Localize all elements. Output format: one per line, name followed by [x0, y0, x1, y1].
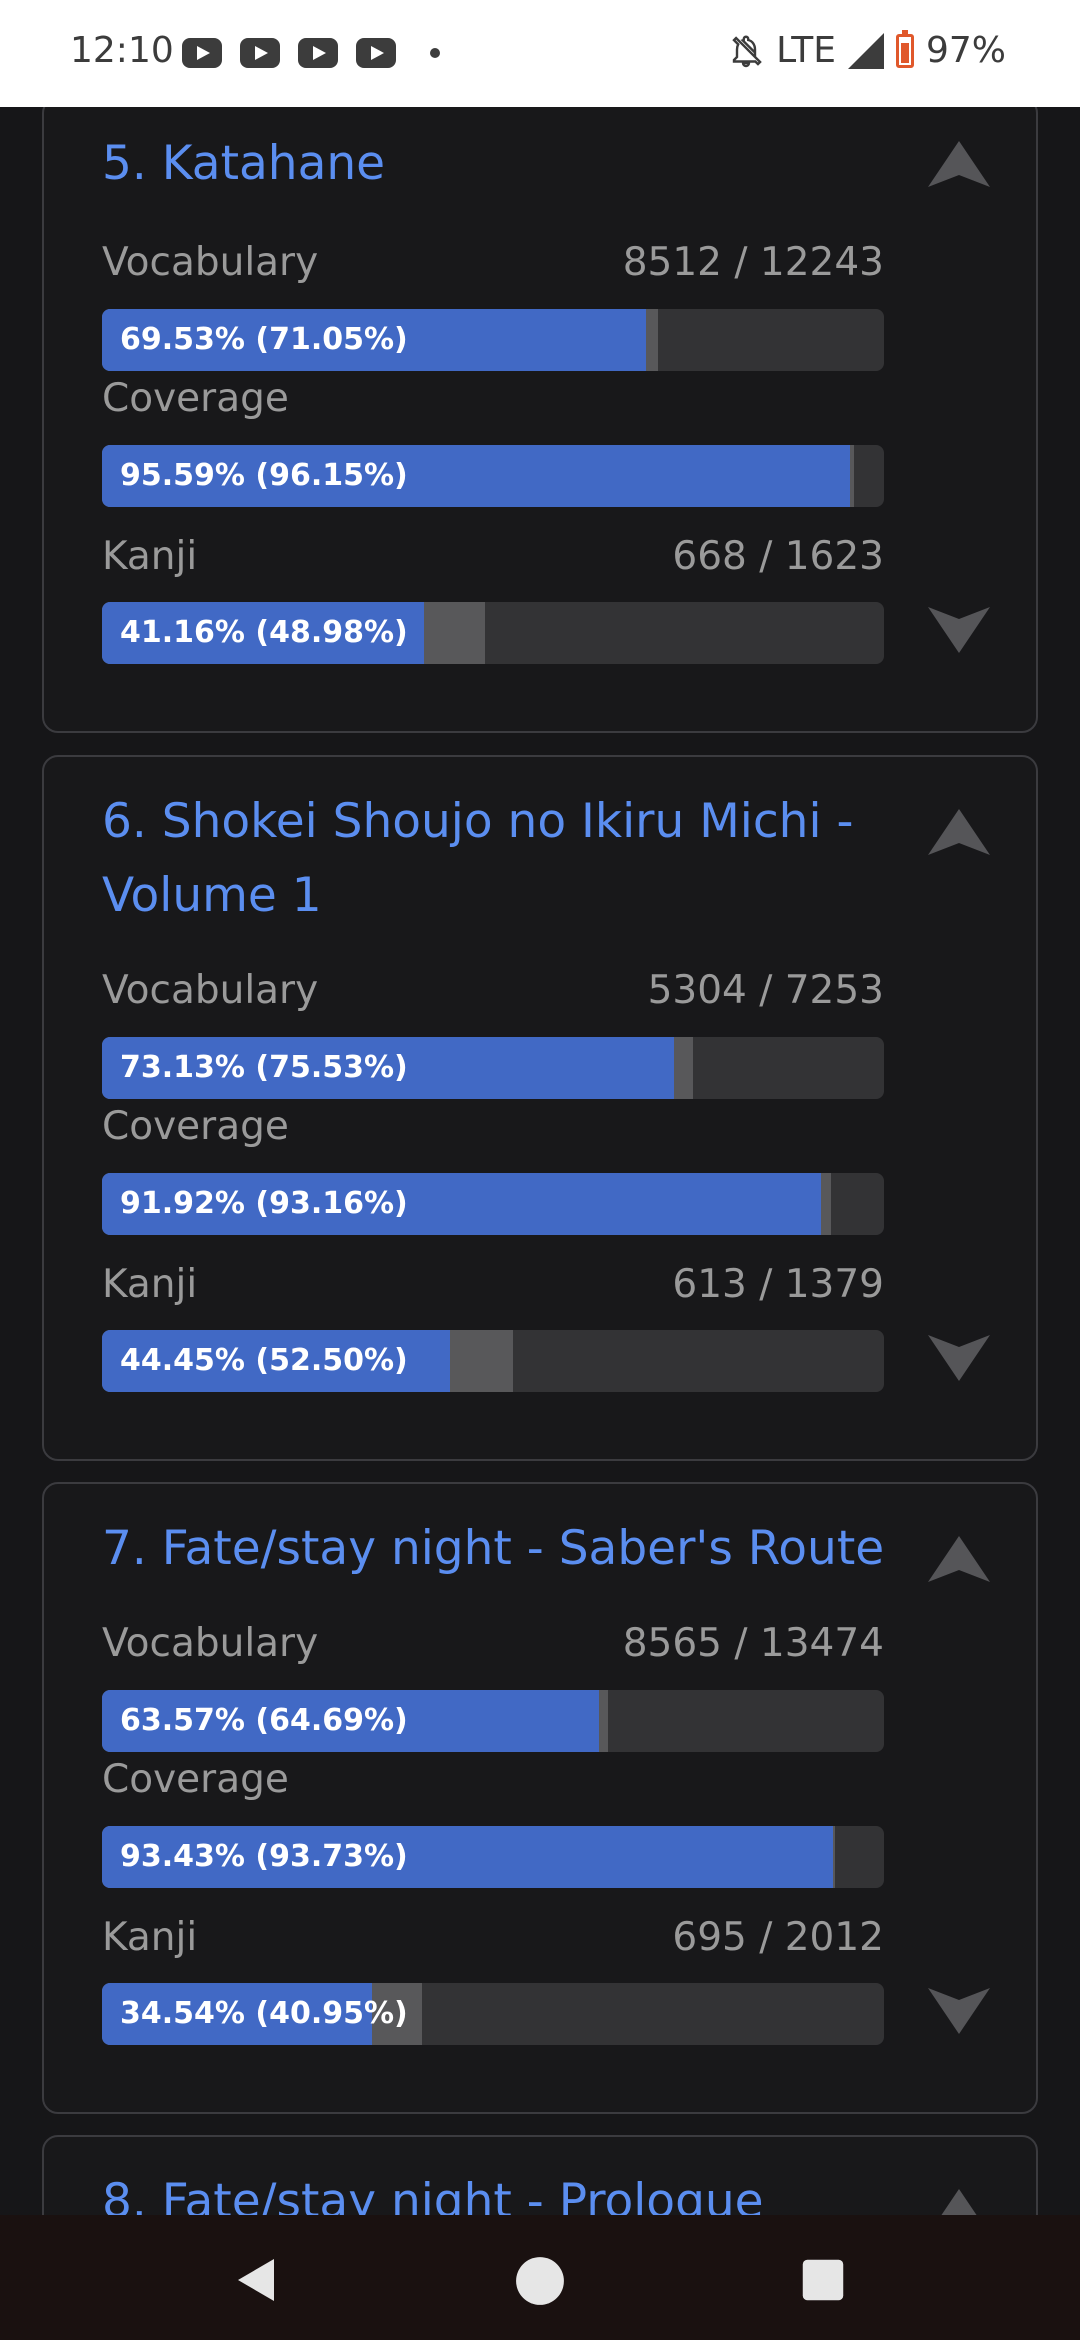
book-card: 5. Katahane Vocabulary 8512 / 12243 69.5…	[42, 107, 1038, 733]
coverage-progress-bar: 91.92% (93.16%)	[102, 1173, 884, 1235]
vocabulary-count: 8565 / 13474	[622, 1621, 884, 1666]
vocabulary-progress-bar: 69.53% (71.05%)	[102, 309, 884, 371]
move-up-icon[interactable]	[926, 1534, 992, 1584]
vocabulary-label: Vocabulary	[102, 968, 319, 1013]
move-down-icon[interactable]	[926, 1986, 992, 2036]
coverage-progress-bar: 93.43% (93.73%)	[102, 1826, 884, 1888]
coverage-label: Coverage	[102, 1757, 289, 1802]
book-title[interactable]: 5. Katahane	[102, 127, 902, 201]
kanji-progress-bar: 34.54% (40.95%)	[102, 1983, 884, 2045]
move-down-icon[interactable]	[926, 1333, 992, 1383]
vocabulary-count: 5304 / 7253	[647, 968, 884, 1013]
status-indicators: LTE 97%	[728, 29, 1006, 71]
more-notifications-dot-icon	[430, 48, 440, 58]
signal-icon	[847, 32, 884, 69]
coverage-percent: 95.59% (96.15%)	[120, 458, 408, 493]
kanji-count: 695 / 2012	[672, 1915, 884, 1960]
youtube-notification-icon	[240, 38, 280, 68]
kanji-progress-bar: 41.16% (48.98%)	[102, 602, 884, 664]
vocabulary-progress-bar: 63.57% (64.69%)	[102, 1690, 884, 1752]
vocabulary-label: Vocabulary	[102, 1621, 319, 1666]
youtube-notification-icon	[298, 38, 338, 68]
battery-level: 97%	[925, 30, 1006, 71]
kanji-percent: 44.45% (52.50%)	[120, 1343, 408, 1378]
kanji-percent: 34.54% (40.95%)	[120, 1996, 408, 2031]
kanji-count: 613 / 1379	[672, 1262, 884, 1307]
vocabulary-label: Vocabulary	[102, 240, 319, 285]
youtube-notification-icon	[182, 38, 222, 68]
move-up-icon[interactable]	[926, 2187, 992, 2215]
battery-icon	[895, 29, 914, 68]
kanji-progress-bar: 44.45% (52.50%)	[102, 1330, 884, 1392]
navigation-bar	[0, 2215, 1080, 2340]
vocabulary-percent: 69.53% (71.05%)	[120, 322, 408, 357]
book-card: 8. Fate/stay night - Prologue	[42, 2135, 1038, 2215]
kanji-label: Kanji	[102, 1262, 198, 1307]
bell-off-icon	[732, 35, 762, 67]
vocabulary-progress-bar: 73.13% (75.53%)	[102, 1037, 884, 1099]
kanji-label: Kanji	[102, 1915, 198, 1960]
coverage-percent: 91.92% (93.16%)	[120, 1186, 408, 1221]
kanji-percent: 41.16% (48.98%)	[120, 615, 408, 650]
network-type: LTE	[776, 30, 836, 71]
vocabulary-count: 8512 / 12243	[622, 240, 884, 285]
move-up-icon[interactable]	[926, 807, 992, 857]
coverage-label: Coverage	[102, 1104, 289, 1149]
vocabulary-percent: 73.13% (75.53%)	[120, 1050, 408, 1085]
youtube-notification-icon	[356, 38, 396, 68]
move-down-icon[interactable]	[926, 605, 992, 655]
book-title[interactable]: 6. Shokei Shoujo no Ikiru Michi - Volume…	[102, 785, 902, 933]
status-bar: 12:10 LTE 97%	[0, 0, 1080, 107]
coverage-progress-bar: 95.59% (96.15%)	[102, 445, 884, 507]
book-title[interactable]: 8. Fate/stay night - Prologue	[102, 2165, 902, 2215]
coverage-percent: 93.43% (93.73%)	[120, 1839, 408, 1874]
recents-icon[interactable]	[800, 2257, 846, 2303]
vocabulary-percent: 63.57% (64.69%)	[120, 1703, 408, 1738]
kanji-label: Kanji	[102, 534, 198, 579]
coverage-label: Coverage	[102, 376, 289, 421]
book-list[interactable]: 5. Katahane Vocabulary 8512 / 12243 69.5…	[0, 107, 1080, 2215]
book-title[interactable]: 7. Fate/stay night - Saber's Route	[102, 1512, 902, 1586]
home-icon[interactable]	[514, 2255, 566, 2307]
book-card: 7. Fate/stay night - Saber's Route Vocab…	[42, 1482, 1038, 2114]
move-up-icon[interactable]	[926, 139, 992, 189]
notification-icons	[182, 38, 440, 68]
status-time: 12:10	[70, 30, 174, 71]
back-icon[interactable]	[232, 2255, 282, 2305]
book-card: 6. Shokei Shoujo no Ikiru Michi - Volume…	[42, 755, 1038, 1461]
kanji-count: 668 / 1623	[672, 534, 884, 579]
